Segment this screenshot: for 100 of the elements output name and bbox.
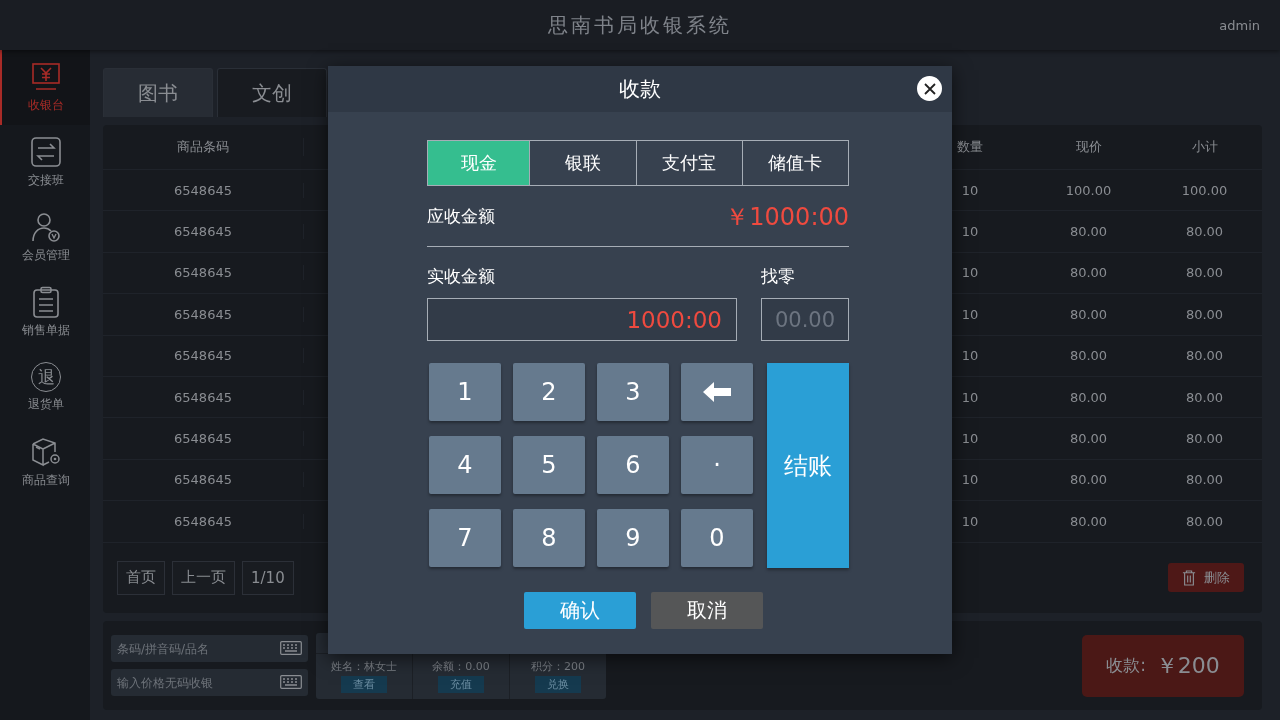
pagination-button[interactable]: 首页	[117, 560, 165, 595]
table-cell-text: 10	[960, 182, 980, 198]
column-header: 现价	[1074, 138, 1103, 156]
table-cell: 6548645	[103, 389, 304, 405]
payment-tab[interactable]: 现金	[428, 141, 531, 185]
search-field[interactable]: 输入价格无码收银	[111, 669, 308, 696]
change-label: 找零	[761, 265, 796, 288]
keyboard-icon	[280, 675, 302, 689]
table-cell-text: 80.00	[1068, 348, 1109, 364]
received-amount-field[interactable]: 1000:00	[427, 298, 737, 341]
amount-due-label: 应收金额	[427, 205, 495, 228]
settle-button[interactable]: 结账	[767, 363, 849, 568]
amount-due-value: ￥1000:00	[725, 201, 849, 233]
table-cell-text: 80.00	[1068, 224, 1109, 240]
keypad-key[interactable]: 7	[429, 509, 501, 567]
table-cell-text: 80.00	[1068, 265, 1109, 281]
table-cell: 6548645	[103, 224, 304, 240]
table-cell-text: 80.00	[1184, 389, 1225, 405]
sidebar-item[interactable]: 交接班	[0, 125, 90, 200]
user-name[interactable]: admin	[1219, 17, 1260, 33]
member-info: 积分：200	[531, 659, 585, 674]
monitor-icon	[30, 61, 62, 93]
table-cell: 6548645	[103, 348, 304, 364]
table-cell-text: 10	[960, 472, 980, 488]
table-cell-text: 80.00	[1068, 513, 1109, 529]
table-cell: 6548645	[103, 431, 304, 447]
table-cell-text: 10	[960, 224, 980, 240]
table-cell-text: 80.00	[1184, 348, 1225, 364]
received-label: 实收金额	[427, 265, 496, 288]
delete-button[interactable]: 删除	[1168, 563, 1244, 593]
left-arrow-icon	[702, 381, 732, 403]
table-cell-text: 100.00	[1064, 182, 1113, 198]
member-info: 余额：0.00	[432, 659, 490, 674]
table-cell: 6548645	[103, 472, 304, 488]
table-cell-text: 10	[960, 348, 980, 364]
keypad-key[interactable]: 4	[429, 436, 501, 494]
table-cell-text: 10	[960, 431, 980, 447]
member-info: 姓名：林女士	[331, 659, 397, 674]
column-header: 商品条码	[103, 138, 304, 156]
keyboard-icon	[280, 641, 302, 655]
table-cell-text: 10	[960, 513, 980, 529]
table-cell-text: 80.00	[1184, 224, 1225, 240]
table-cell-text: 80.00	[1184, 472, 1225, 488]
table-cell: 6548645	[103, 306, 304, 322]
cancel-button[interactable]: 取消	[650, 592, 763, 629]
table-cell-text: 80.00	[1184, 265, 1225, 281]
table-cell-text: 80.00	[1068, 389, 1109, 405]
sidebar-item[interactable]: 收银台	[0, 50, 90, 125]
table-cell-text: 100.00	[1180, 182, 1229, 198]
backspace-key[interactable]	[681, 363, 753, 421]
dialog-title: 收款	[619, 76, 661, 103]
keypad-key[interactable]: 5	[513, 436, 585, 494]
table-cell-text: 10	[960, 265, 980, 281]
sidebar-item[interactable]: 商品查询	[0, 425, 90, 500]
app-title: 思南书局收银系统	[548, 11, 732, 39]
keypad-key[interactable]: 3	[597, 363, 669, 421]
close-icon	[923, 82, 936, 95]
sidebar-item[interactable]: 会员管理	[0, 200, 90, 275]
trash-icon	[1182, 569, 1196, 586]
category-tab[interactable]: 文创	[217, 68, 327, 117]
table-cell: 6548645	[103, 182, 304, 198]
member-action-button[interactable]: 兑换	[535, 676, 581, 693]
table-cell-text: 10	[960, 306, 980, 322]
clipboard-icon	[30, 286, 62, 318]
member-action-button[interactable]: 充值	[438, 676, 484, 693]
table-cell-text: 80.00	[1068, 306, 1109, 322]
close-button[interactable]	[917, 76, 942, 101]
keypad-key[interactable]: 9	[597, 509, 669, 567]
keypad-key[interactable]: 1	[429, 363, 501, 421]
table-cell-text: 80.00	[1184, 306, 1225, 322]
keypad-key[interactable]: 2	[513, 363, 585, 421]
keypad-key[interactable]: 6	[597, 436, 669, 494]
payment-tab[interactable]: 支付宝	[636, 141, 743, 185]
swap-icon	[30, 136, 62, 168]
pagination-button[interactable]: 1/10	[242, 560, 294, 595]
table-cell: 6548645	[103, 265, 304, 281]
checkout-button[interactable]: 收款: ￥200	[1082, 634, 1244, 697]
box-gear-icon	[30, 436, 62, 468]
payment-tab[interactable]: 储值卡	[742, 141, 848, 185]
search-field[interactable]: 条码/拼音码/品名	[111, 635, 308, 662]
table-cell-text: 10	[960, 389, 980, 405]
keypad-key[interactable]: 0	[681, 509, 753, 567]
column-header: 小计	[1190, 138, 1219, 156]
keypad-key[interactable]: ·	[681, 436, 753, 494]
category-tab[interactable]: 图书	[103, 68, 213, 117]
sidebar-item[interactable]: 退 退货单	[0, 350, 90, 425]
column-header: 数量	[956, 138, 984, 156]
user-icon	[30, 211, 62, 243]
table-cell-text: 80.00	[1184, 513, 1225, 529]
payment-tab[interactable]: 银联	[530, 141, 637, 185]
confirm-button[interactable]: 确认	[523, 592, 636, 629]
table-cell: 6548645	[103, 513, 304, 529]
pagination-button[interactable]: 上一页	[172, 560, 235, 595]
change-field[interactable]: 00.00	[761, 298, 849, 341]
keypad-key[interactable]: 8	[513, 509, 585, 567]
table-cell-text: 80.00	[1068, 472, 1109, 488]
member-action-button[interactable]: 查看	[341, 676, 387, 693]
sidebar-item[interactable]: 销售单据	[0, 275, 90, 350]
table-cell-text: 80.00	[1068, 431, 1109, 447]
table-cell-text: 80.00	[1184, 431, 1225, 447]
